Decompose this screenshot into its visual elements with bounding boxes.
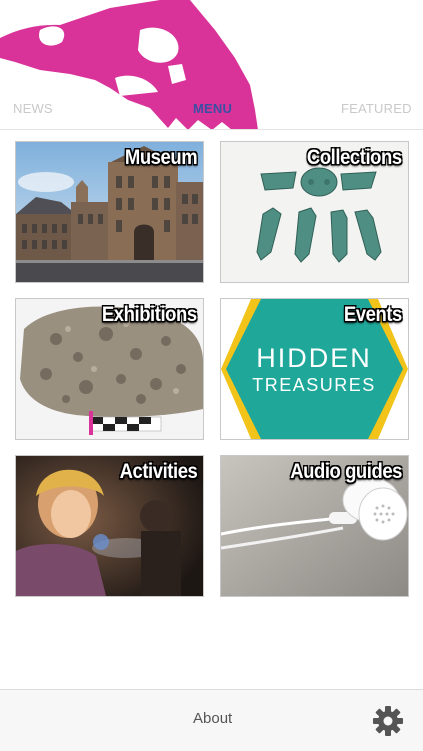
tab-featured[interactable]: FEATURED xyxy=(341,101,412,116)
tile-label: Events xyxy=(344,303,402,326)
tile-label: Exhibitions xyxy=(102,303,197,326)
tile-museum[interactable]: Museum xyxy=(15,141,204,283)
app-header: NEWS MENU FEATURED xyxy=(0,0,423,130)
events-logo-line-1: HIDDEN xyxy=(256,343,372,373)
tile-label: Activities xyxy=(119,460,197,483)
tile-label: Audio guides xyxy=(290,460,402,483)
tile-exhibitions[interactable]: Exhibitions xyxy=(15,298,204,440)
tab-news[interactable]: NEWS xyxy=(13,101,53,116)
tile-label: Museum xyxy=(124,146,198,169)
tile-collections[interactable]: Collections xyxy=(220,141,409,283)
footer-bar: About xyxy=(0,689,423,751)
tile-activities[interactable]: Activities xyxy=(15,455,204,597)
tile-audio-guides[interactable]: Audio guides xyxy=(220,455,409,597)
header-divider xyxy=(0,129,423,130)
settings-button[interactable] xyxy=(372,705,404,737)
events-logo-line-2: TREASURES xyxy=(252,375,376,395)
tile-label: Collections xyxy=(307,146,402,169)
about-button[interactable]: About xyxy=(193,710,232,727)
tile-events[interactable]: HIDDEN TREASURES Events xyxy=(220,298,409,440)
gear-icon xyxy=(373,706,403,736)
tab-menu[interactable]: MENU xyxy=(193,101,232,116)
